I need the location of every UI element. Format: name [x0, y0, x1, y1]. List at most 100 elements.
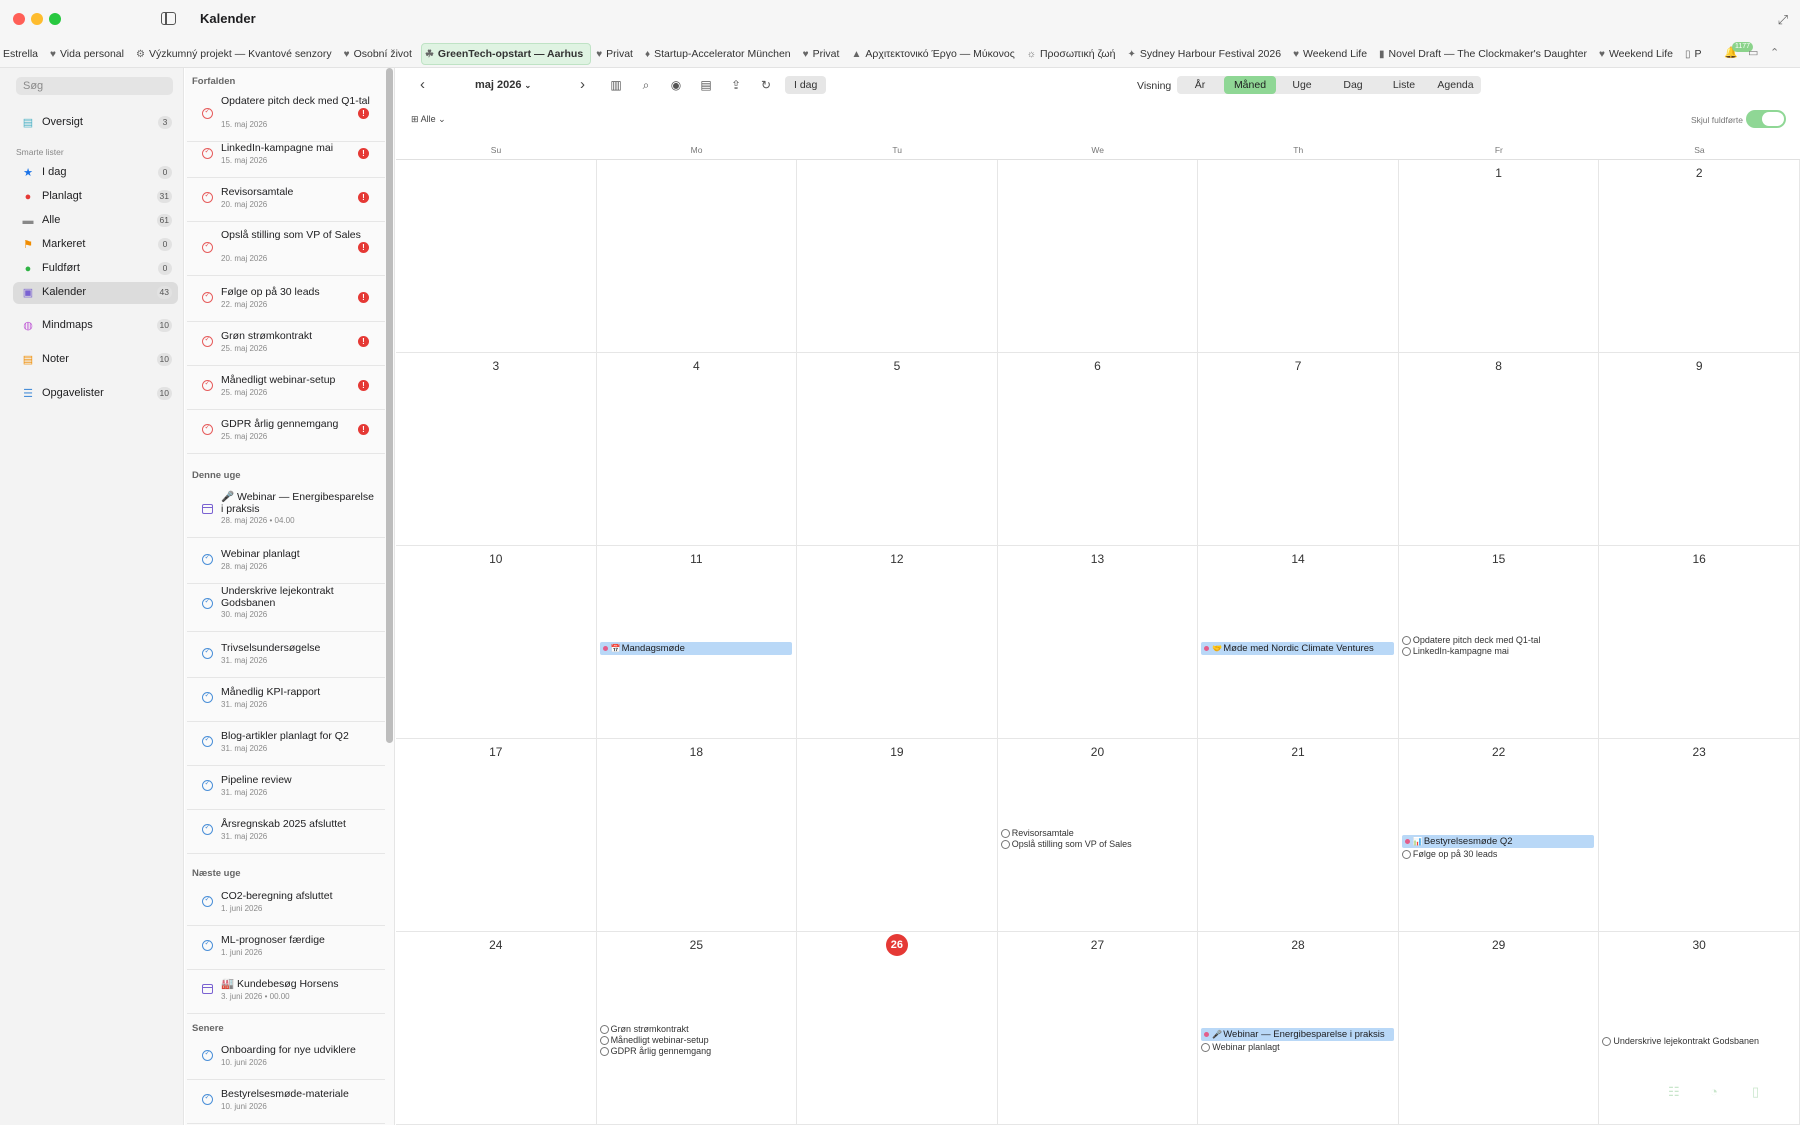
task-checkbox[interactable]	[202, 335, 213, 347]
search-input[interactable]	[16, 77, 173, 95]
task-checkbox[interactable]	[202, 1049, 213, 1061]
new-mindmap-icon[interactable]: ◔	[1710, 1084, 1718, 1099]
day-cell[interactable]: 4	[596, 353, 798, 546]
view-option[interactable]: Dag	[1328, 76, 1378, 94]
task-row[interactable]: LinkedIn-kampagne mai 15. maj 2026!	[187, 134, 385, 178]
day-cell[interactable]: 24	[396, 932, 597, 1125]
sidebar-item-kalender[interactable]: ▣ Kalender 43	[13, 282, 178, 304]
day-cell[interactable]: 5	[797, 353, 998, 546]
day-cell[interactable]: 2	[1599, 160, 1800, 353]
calendar-task[interactable]: LinkedIn-kampagne mai	[1401, 646, 1596, 657]
task-row[interactable]: GDPR årlig gennemgang 25. maj 2026!	[187, 410, 385, 454]
minimize-window-button[interactable]	[31, 13, 43, 25]
task-row[interactable]: Månedlig KPI-rapport 31. maj 2026	[187, 678, 385, 722]
task-list-scrollbar[interactable]	[386, 68, 393, 743]
task-checkbox[interactable]	[202, 553, 213, 565]
task-checkbox[interactable]	[202, 691, 213, 703]
task-row[interactable]: ML-prognoser færdige 1. juni 2026	[187, 926, 385, 970]
new-task-icon[interactable]: ☷	[1668, 1084, 1680, 1100]
task-row[interactable]: Trivselsundersøgelse 31. maj 2026	[187, 634, 385, 678]
task-checkbox[interactable]	[202, 1093, 213, 1105]
task-checkbox[interactable]	[202, 597, 213, 609]
share-icon[interactable]: ⇪	[729, 78, 743, 92]
task-checkbox[interactable]	[202, 191, 213, 203]
task-row[interactable]: Grøn strømkontrakt 25. maj 2026!	[187, 322, 385, 366]
day-cell[interactable]: 3	[396, 353, 597, 546]
day-cell[interactable]: 27	[997, 932, 1199, 1125]
day-cell[interactable]: 18	[596, 739, 798, 932]
chart-icon[interactable]: ▥	[609, 78, 623, 92]
day-cell[interactable]	[797, 160, 998, 353]
task-checkbox[interactable]	[202, 423, 213, 435]
task-row[interactable]: Blog-artikler planlagt for Q2 31. maj 202…	[187, 722, 385, 766]
sidebar-item-noter[interactable]: ▤ Noter 10	[13, 349, 178, 371]
task-row[interactable]: Årsregnskab 2025 afsluttet 31. maj 2026	[187, 810, 385, 854]
sidebar-item-planlagt[interactable]: ● Planlagt 31	[13, 186, 178, 208]
tab-item[interactable]: ✦ Sydney Harbour Festival 2026	[1124, 43, 1288, 65]
view-option[interactable]: Liste	[1379, 76, 1429, 94]
day-cell[interactable]: 26	[797, 932, 998, 1125]
today-button[interactable]: I dag	[785, 76, 827, 94]
palette-icon[interactable]: ◉	[669, 78, 683, 92]
tab-item[interactable]: ☘ GreenTech-opstart — Aarhus	[420, 43, 592, 65]
month-picker[interactable]: maj 2026 ⌄	[475, 79, 531, 91]
sidebar-item-mindmaps[interactable]: ◍ Mindmaps 10	[13, 315, 178, 337]
calendar-event[interactable]: 🤝 Møde med Nordic Climate Ventures	[1201, 642, 1394, 655]
task-row[interactable]: Underskrive lejekontrakt Godsbanen30. ma…	[187, 578, 385, 632]
task-row[interactable]: Følge op på 30 leads 22. maj 2026!	[187, 278, 385, 322]
day-cell[interactable]: 17	[396, 739, 597, 932]
tab-item[interactable]: ☼ Προσωπική ζωή	[1024, 43, 1123, 65]
task-row[interactable]: Månedligt webinar-setup 25. maj 2026!	[187, 366, 385, 410]
day-cell[interactable]: 13	[997, 546, 1199, 739]
calendar-task[interactable]: GDPR årlig gennemgang	[599, 1046, 794, 1057]
task-checkbox[interactable]	[202, 779, 213, 791]
sync-icon[interactable]: ↻	[759, 78, 773, 92]
tab-item[interactable]: ♥ Vida personal	[47, 43, 131, 65]
day-cell[interactable]: 23	[1599, 739, 1800, 932]
panel-icon[interactable]: ▭	[1748, 46, 1758, 59]
sidebar-toggle-icon[interactable]	[161, 12, 176, 25]
calendar-task[interactable]: Underskrive lejekontrakt Godsbanen	[1602, 1036, 1796, 1047]
task-checkbox[interactable]	[202, 823, 213, 835]
task-row[interactable]: Revisorsamtale 20. maj 2026!	[187, 178, 385, 222]
day-cell[interactable]	[997, 160, 1199, 353]
calendar-task[interactable]: Webinar planlagt	[1201, 1042, 1395, 1053]
calendar-event[interactable]: 📊 Bestyrelsesmøde Q2	[1401, 835, 1595, 848]
calendar-event[interactable]: 📅 Mandagsmøde	[599, 642, 793, 655]
tab-item[interactable]: ♥ Privat	[593, 43, 640, 65]
tab-item[interactable]: ⚙ Výzkumný projekt — Kvantové senzory	[133, 43, 339, 65]
task-checkbox[interactable]	[202, 107, 213, 119]
task-checkbox[interactable]	[202, 379, 213, 391]
chevron-up-icon[interactable]: ⌃	[1770, 46, 1779, 59]
day-cell[interactable]: 22 📊 Bestyrelsesmøde Q2 Følge op på 30 lead…	[1398, 739, 1600, 932]
day-cell[interactable]	[396, 160, 597, 353]
task-row[interactable]: Opslå stilling som VP of Sales 20. maj 20…	[187, 222, 385, 276]
task-checkbox[interactable]	[202, 291, 213, 303]
task-checkbox[interactable]	[202, 241, 213, 253]
day-cell[interactable]: 9	[1599, 353, 1800, 546]
task-checkbox[interactable]	[202, 735, 213, 747]
sidebar-item-opgavelister[interactable]: ☰ Opgavelister 10	[13, 383, 178, 405]
task-row[interactable]: 🏭 Kundebesøg Horsens 3. juni 2026 • 00.00	[187, 970, 385, 1014]
tab-item[interactable]: ▮ Novel Draft — The Clockmaker's Daughter	[1376, 43, 1594, 65]
calendar-task[interactable]: Grøn strømkontrakt	[599, 1024, 794, 1035]
task-checkbox[interactable]	[202, 147, 213, 159]
view-option[interactable]: Agenda	[1430, 76, 1481, 94]
zoom-window-button[interactable]	[49, 13, 61, 25]
calendar-task[interactable]: Revisorsamtale	[1000, 828, 1195, 839]
filter-dropdown[interactable]: ⊞ Alle ⌄	[411, 114, 446, 125]
day-cell[interactable]: 14 🤝 Møde med Nordic Climate Ventures	[1198, 546, 1399, 739]
calendar-task[interactable]: Opslå stilling som VP of Sales	[1000, 839, 1195, 850]
close-window-button[interactable]	[13, 13, 25, 25]
day-cell[interactable]: 7	[1198, 353, 1399, 546]
tab-item[interactable]: Estrella	[0, 43, 45, 65]
pdf-icon[interactable]: ▤	[699, 78, 713, 92]
sidebar-item-overview[interactable]: ▤ Oversigt 3	[13, 112, 178, 134]
day-cell[interactable]	[596, 160, 798, 353]
sidebar-item-i dag[interactable]: ★ I dag 0	[13, 162, 178, 184]
calendar-task[interactable]: Opdatere pitch deck med Q1-tal	[1401, 635, 1596, 646]
view-option[interactable]: Uge	[1277, 76, 1327, 94]
tab-item[interactable]: ▲ Αρχιτεκτονικό Έργο — Μύκονος	[848, 43, 1021, 65]
calendar-task[interactable]: Månedligt webinar-setup	[599, 1035, 794, 1046]
task-row[interactable]: Bestyrelsesmøde-materiale 10. juni 2026	[187, 1080, 385, 1124]
